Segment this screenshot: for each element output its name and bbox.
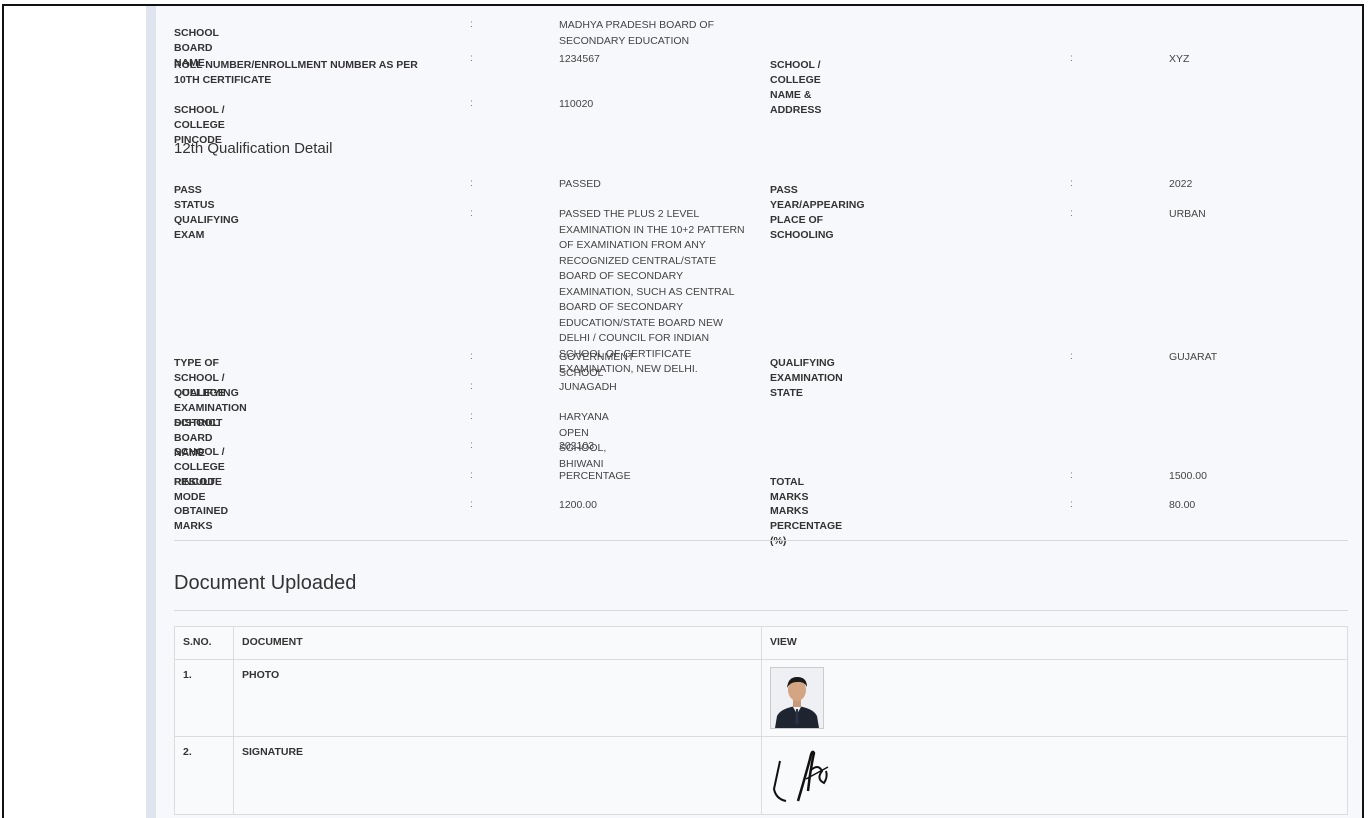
field-value: 1500.00 bbox=[1169, 470, 1207, 482]
separator: : bbox=[470, 97, 473, 109]
field-value: PERCENTAGE bbox=[559, 470, 631, 482]
separator: : bbox=[470, 350, 473, 362]
field-value: URBAN bbox=[1169, 208, 1206, 220]
separator: : bbox=[470, 410, 473, 422]
field-label: SCHOOL / COLLEGE NAME & ADDRESS bbox=[770, 59, 822, 116]
field-value: 80.00 bbox=[1169, 499, 1196, 511]
separator: : bbox=[1070, 52, 1073, 64]
separator: : bbox=[470, 177, 473, 189]
field-label: QUALIFYING EXAMINATION STATE bbox=[770, 357, 843, 399]
separator: : bbox=[1070, 177, 1073, 189]
separator: : bbox=[1070, 469, 1073, 481]
field-value: MADHYA PRADESH BOARD OF SECONDARY EDUCAT… bbox=[559, 19, 714, 47]
section-heading-12th: 12th Qualification Detail bbox=[174, 140, 333, 157]
separator: : bbox=[470, 380, 473, 392]
field-value: 1234567 bbox=[559, 53, 600, 65]
field-value: 202103 bbox=[559, 440, 595, 452]
section-heading-documents: Document Uploaded bbox=[174, 572, 357, 594]
field-label: ROLL NUMBER/ENROLLMENT NUMBER AS PER 10T… bbox=[174, 59, 418, 86]
field-value: 110020 bbox=[559, 98, 594, 110]
divider bbox=[174, 610, 1348, 611]
field-label: PLACE OF SCHOOLING bbox=[770, 214, 834, 241]
sidebar-strip bbox=[146, 6, 156, 818]
separator: : bbox=[470, 18, 473, 30]
separator: : bbox=[1070, 350, 1073, 362]
field-label: TOTAL MARKS bbox=[770, 476, 809, 503]
row-view-cell bbox=[761, 736, 1348, 815]
separator: : bbox=[470, 52, 473, 64]
column-header-view: VIEW bbox=[761, 626, 1348, 660]
documents-table: S.NO. DOCUMENT VIEW 1. PHOTO 2. SIGNATUR… bbox=[174, 626, 1348, 815]
field-label: PASS STATUS bbox=[174, 184, 215, 211]
row-view-cell bbox=[761, 659, 1348, 737]
row-sno: 1. bbox=[174, 659, 234, 737]
field-label: PASS YEAR/APPEARING bbox=[770, 184, 865, 211]
separator: : bbox=[1070, 207, 1073, 219]
row-document-name: SIGNATURE bbox=[233, 736, 762, 815]
separator: : bbox=[470, 469, 473, 481]
row-document-name: PHOTO bbox=[233, 659, 762, 737]
field-label: RESULT MODE bbox=[174, 476, 216, 503]
field-value: JUNAGADH bbox=[559, 381, 617, 393]
column-header-sno: S.NO. bbox=[174, 626, 234, 660]
row-sno: 2. bbox=[174, 736, 234, 815]
table-row: 2. SIGNATURE bbox=[174, 736, 1348, 815]
separator: : bbox=[1070, 498, 1073, 510]
separator: : bbox=[470, 498, 473, 510]
signature-image[interactable] bbox=[770, 741, 850, 805]
field-value: GOVERNMENT SCHOOL bbox=[559, 351, 635, 379]
table-header-row: S.NO. DOCUMENT VIEW bbox=[174, 626, 1348, 660]
field-value: 1200.00 bbox=[559, 499, 597, 511]
field-label: MARKS PERCENTAGE (%) bbox=[770, 505, 843, 547]
person-photo-icon bbox=[771, 668, 823, 728]
field-value: GUJARAT bbox=[1169, 351, 1218, 363]
field-value: PASSED bbox=[559, 178, 601, 190]
photo-thumbnail[interactable] bbox=[770, 667, 824, 729]
field-value: XYZ bbox=[1169, 53, 1190, 65]
separator: : bbox=[470, 207, 473, 219]
field-label: OBTAINED MARKS bbox=[174, 505, 229, 532]
column-header-document: DOCUMENT bbox=[233, 626, 762, 660]
detail-panel: SCHOOL BOARD NAME : MADHYA PRADESH BOARD… bbox=[156, 6, 1362, 818]
divider bbox=[174, 540, 1348, 541]
separator: : bbox=[470, 439, 473, 451]
field-label: QUALIFYING EXAM bbox=[174, 214, 239, 241]
field-value: 2022 bbox=[1169, 178, 1193, 190]
table-row: 1. PHOTO bbox=[174, 659, 1348, 737]
